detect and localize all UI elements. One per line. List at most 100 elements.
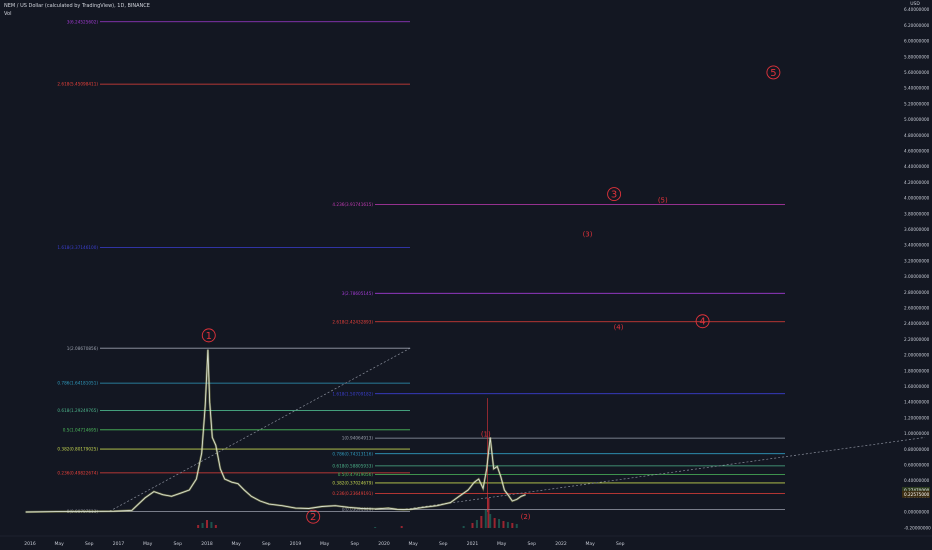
fib-label-a: 1(2.08670856) [67, 346, 99, 351]
volume-bar [197, 525, 200, 528]
price-glow [25, 349, 526, 514]
volume-bar [515, 524, 518, 528]
volume-bar [471, 523, 474, 528]
volume-bar [206, 520, 208, 528]
fib-label-b: 0.618(0.58805933) [332, 463, 373, 468]
x-tick-label: 2019 [290, 541, 302, 547]
x-tick-label: Sep [174, 541, 183, 547]
x-tick-label: May [497, 541, 507, 547]
y-tick-label: 3.60000000 [904, 227, 930, 232]
y-tick-label: 6.20000000 [904, 23, 930, 28]
x-tick-label: Sep [528, 541, 537, 547]
volume-bar [511, 523, 514, 528]
y-tick-label: 5.40000000 [904, 86, 930, 91]
fib-label-a: 0.5(1.04714695) [63, 427, 99, 432]
y-tick-label: 0.40000000 [904, 478, 930, 483]
x-tick-label: Sep [85, 541, 94, 547]
y-tick-label: 1.20000000 [904, 415, 930, 420]
fib-label-a: 1.618(3.37146100) [57, 245, 98, 250]
fib-label-b: 1.618(1.50709182) [332, 391, 373, 396]
y-tick-label: 0.00000000 [904, 510, 930, 515]
volume-bar [498, 519, 501, 528]
price-badge-label: 0.22575000 [904, 492, 930, 497]
fib-label-b: 3(2.78605145) [342, 291, 374, 296]
volume-bar [489, 514, 492, 528]
y-tick-label: 4.40000000 [904, 164, 930, 169]
price-series [25, 349, 526, 514]
y-tick-label: 2.80000000 [904, 290, 930, 295]
y-tick-label: 1.40000000 [904, 400, 930, 405]
wave-label: (5) [658, 197, 668, 205]
time-axis: 2016 May Sep 2017 May Sep 2018 May Sep 2019 May Sep… [0, 535, 932, 547]
y-tick-label: 3.80000000 [904, 211, 930, 216]
wave-label: 2 [310, 512, 316, 523]
y-tick-label: 5.00000000 [904, 117, 930, 122]
y-tick-label: 6.00000000 [904, 39, 930, 44]
fib-label-b: 4.236(3.91741615) [332, 202, 373, 207]
wave-label: (2) [521, 513, 531, 521]
x-tick-label: May [143, 541, 153, 547]
fib-label-a: 0.786(1.64181051) [57, 381, 98, 386]
trend-line [401, 437, 926, 510]
wave-label: (4) [614, 324, 624, 332]
y-tick-label: 4.60000000 [904, 149, 930, 154]
x-tick-label: May [55, 541, 65, 547]
y-tick-label: 1.80000000 [904, 368, 930, 373]
y-tick-label: 4.20000000 [904, 180, 930, 185]
y-tick-label: 3.20000000 [904, 258, 930, 263]
volume-bar [210, 522, 213, 528]
volume-bar [462, 526, 465, 528]
fib-label-b: 1(0.94064913) [342, 436, 374, 441]
x-tick-label: Sep [351, 541, 360, 547]
volume-bar [506, 522, 509, 528]
y-tick-label: 2.60000000 [904, 306, 930, 311]
fib-label-a: 0.236(0.49822674) [57, 471, 98, 476]
x-tick-label: May [320, 541, 330, 547]
y-tick-label: 5.20000000 [904, 101, 930, 106]
price-line [25, 349, 526, 513]
volume-bar [201, 523, 204, 528]
wave-label: 4 [699, 317, 705, 328]
x-tick-label: May [586, 541, 596, 547]
fib-label-a: 0.382(0.80179025) [57, 447, 98, 452]
price-chart[interactable]: 0(0.00707513)0.236(0.49822674)0.382(0.80… [0, 0, 932, 550]
x-tick-label: Sep [439, 541, 448, 547]
y-tick-label: 1.00000000 [904, 431, 930, 436]
volume-bar [493, 518, 496, 528]
y-tick-label: 2.20000000 [904, 337, 930, 342]
y-tick-label: 3.00000000 [904, 274, 930, 279]
y-tick-label: 2.00000000 [904, 353, 930, 358]
fib-label-b: 0.5(0.47919056) [338, 472, 374, 477]
x-tick-label: 2018 [201, 541, 213, 547]
wave-label: 3 [611, 190, 617, 201]
x-tick-label: May [409, 541, 419, 547]
wave-label: 5 [770, 68, 776, 79]
x-tick-label: May [232, 541, 242, 547]
fib-label-a: 2.618(5.45098411) [57, 82, 98, 87]
x-tick-label: Sep [616, 541, 625, 547]
fib-label-b: 0.382(0.37024679) [332, 481, 373, 486]
axis-unit: USD [910, 1, 920, 7]
x-tick-label: 2022 [555, 541, 567, 547]
x-tick-label: Sep [262, 541, 271, 547]
y-tick-label: 4.00000000 [904, 196, 930, 201]
y-tick-label: 5.80000000 [904, 54, 930, 59]
x-tick-label: 2016 [24, 541, 36, 547]
x-tick-label: 2017 [113, 541, 125, 547]
y-tick-label: 0.60000000 [904, 463, 930, 468]
volume-bar [480, 516, 483, 528]
volume-bar [475, 520, 478, 528]
volume-bar [502, 521, 505, 528]
x-tick-label: 2021 [467, 541, 479, 547]
volume-bar [374, 527, 377, 528]
volume-bar [484, 510, 487, 528]
y-tick-label: 1.60000000 [904, 384, 930, 389]
y-tick-label: -0.20000000 [904, 525, 931, 530]
wave-label: (3) [583, 230, 593, 238]
volume-bars [197, 498, 518, 528]
fibonacci-levels: 0(0.00707513)0.236(0.49822674)0.382(0.80… [57, 19, 785, 514]
fib-label-b: 2.618(2.42432893) [332, 319, 373, 324]
volume-bar [400, 526, 403, 528]
fib-label-a: 0.618(1.29249765) [57, 408, 98, 413]
y-tick-label: 5.60000000 [904, 70, 930, 75]
